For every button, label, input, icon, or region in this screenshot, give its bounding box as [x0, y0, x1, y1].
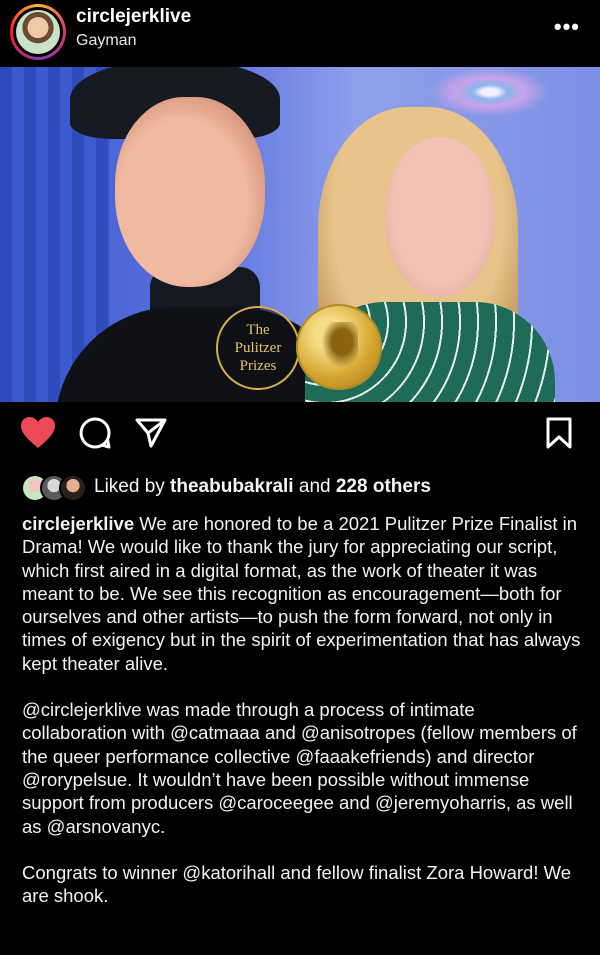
- person-right-face: [385, 137, 495, 297]
- pulitzer-text-line3: Prizes: [239, 358, 277, 374]
- post-caption: circlejerklive We are honored to be a 20…: [22, 512, 582, 930]
- bookmark-icon[interactable]: [544, 416, 584, 456]
- profile-avatar[interactable]: [10, 4, 66, 60]
- share-icon[interactable]: [134, 416, 174, 456]
- likes-others-count[interactable]: 228 others: [336, 476, 431, 497]
- avatar-photo: [16, 10, 60, 54]
- more-options-icon[interactable]: •••: [554, 14, 580, 40]
- likes-row[interactable]: Liked by theabubakrali and 228 others: [0, 472, 600, 502]
- caption-paragraph-3: Congrats to winner @katorihall and fello…: [22, 861, 572, 907]
- caption-paragraph-2: @circlejerklive was made through a proce…: [22, 699, 577, 837]
- post-subtitle[interactable]: Gayman: [76, 32, 136, 50]
- liker-username[interactable]: theabubakrali: [170, 476, 294, 497]
- pulitzer-logo: The Pulitzer Prizes: [216, 306, 300, 390]
- comment-icon[interactable]: [78, 416, 118, 456]
- post-image[interactable]: The Pulitzer Prizes: [0, 67, 600, 402]
- person-left-face: [115, 97, 265, 287]
- action-bar: [0, 402, 600, 470]
- pulitzer-text-line2: Pulitzer: [234, 340, 282, 356]
- caption-username[interactable]: circlejerklive: [22, 513, 134, 534]
- post-username[interactable]: circlejerklive: [76, 6, 191, 28]
- pulitzer-medal: [296, 304, 382, 390]
- heart-icon[interactable]: [20, 416, 60, 456]
- post-header: circlejerklive Gayman •••: [0, 0, 600, 67]
- caption-paragraph-1: circlejerklive We are honored to be a 20…: [22, 513, 581, 674]
- likes-summary[interactable]: Liked by theabubakrali and 228 others: [94, 476, 431, 498]
- liker-avatar: [59, 474, 87, 502]
- pulitzer-text-line1: The: [246, 322, 270, 338]
